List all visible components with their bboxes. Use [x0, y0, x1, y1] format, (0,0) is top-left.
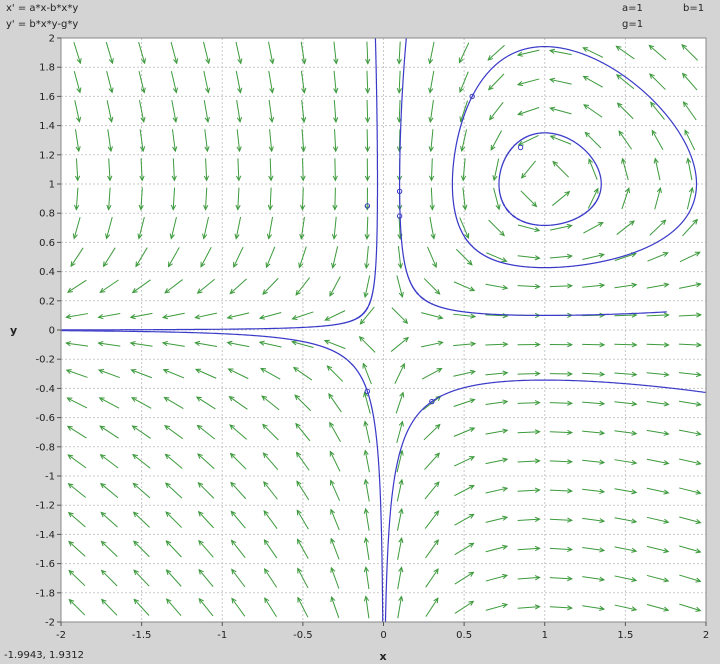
y-axis-label: y [10, 324, 17, 337]
field-arrow-shaft [366, 99, 369, 123]
x-tick-label: -1 [217, 630, 227, 641]
y-tick-label: -0.2 [35, 355, 55, 366]
y-axis-ticks: -2 -1.8 -1.6 -1.4 -1.2 -1 -0.8 -0.6 -0.4 -0.2 0 0.2… [35, 34, 61, 629]
x-tick-label: 0.5 [456, 630, 472, 641]
y-tick-label: 0.4 [39, 267, 55, 278]
phase-plane-chart[interactable]: -2 -1.5 -1 -0.5 0 0.5 1 1.5 2 -2 -1.8 -1.6 -1.4 -1.2… [0, 0, 720, 664]
field-arrow-shaft [517, 373, 540, 375]
y-tick-label: -1.6 [35, 559, 55, 570]
y-tick-label: 2 [49, 34, 55, 45]
x-tick-label: -1.5 [132, 630, 152, 641]
y-tick-label: -0.6 [35, 413, 55, 424]
y-tick-label: -1.2 [35, 501, 55, 512]
x-axis-label: x [380, 650, 387, 663]
y-tick-label: 0 [49, 326, 55, 337]
y-tick-label: 1.6 [39, 92, 55, 103]
y-tick-label: -1.4 [35, 530, 55, 541]
cursor-coordinate-readout: -1.9943, 1.9312 [4, 650, 84, 661]
x-tick-label: 0 [380, 630, 386, 641]
field-arrow-shaft [614, 343, 637, 346]
x-tick-label: -2 [56, 630, 66, 641]
y-tick-label: -0.8 [35, 442, 55, 453]
y-tick-label: 1.4 [39, 121, 55, 132]
y-tick-label: -1 [45, 472, 55, 483]
y-tick-label: 0.6 [39, 238, 55, 249]
field-arrow-shaft [302, 158, 304, 181]
y-tick-label: -0.4 [35, 384, 55, 395]
y-tick-label: 1.2 [39, 150, 55, 161]
y-tick-label: 0.2 [39, 296, 55, 307]
y-tick-label: -1.8 [35, 588, 55, 599]
x-tick-label: 2 [703, 630, 709, 641]
x-axis-ticks: -2 -1.5 -1 -0.5 0 0.5 1 1.5 2 [56, 622, 709, 641]
field-arrow-shaft [334, 187, 336, 210]
field-arrow-shaft [549, 402, 572, 404]
x-tick-label: 1.5 [617, 630, 633, 641]
y-tick-label: 0.8 [39, 209, 55, 220]
x-tick-label: -0.5 [293, 630, 313, 641]
y-tick-label: 1.8 [39, 63, 55, 74]
x-tick-label: 1 [542, 630, 548, 641]
y-tick-label: -2 [45, 618, 55, 629]
y-tick-label: 1 [49, 180, 55, 191]
